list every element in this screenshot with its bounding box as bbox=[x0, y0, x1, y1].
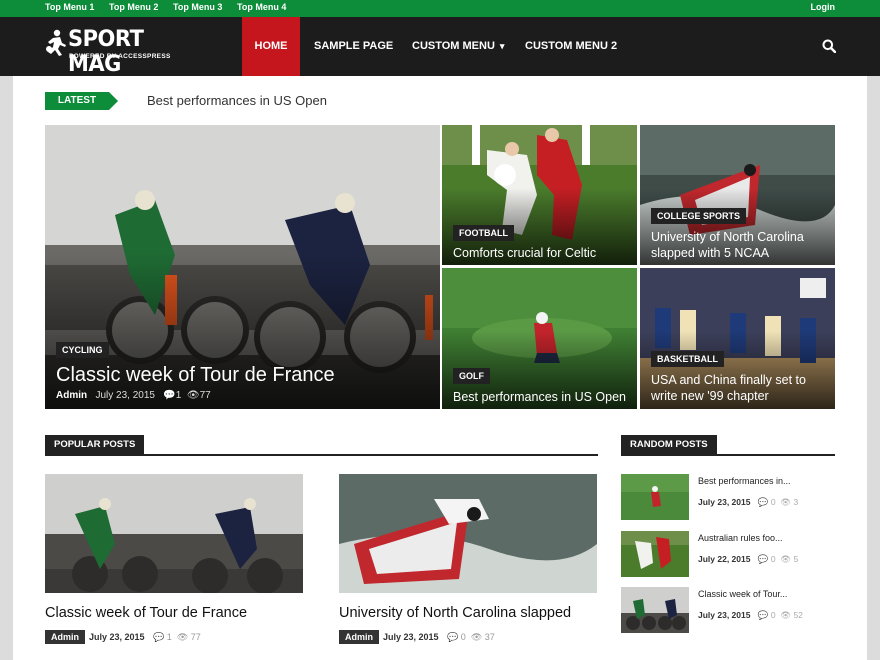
cycling-thumbnail bbox=[45, 474, 303, 593]
tile-title[interactable]: USA and China finally set to write new '… bbox=[651, 372, 831, 404]
featured-tile-college-sports[interactable]: COLLEGE SPORTS University of North Carol… bbox=[640, 125, 835, 265]
popular-post-image[interactable] bbox=[45, 474, 303, 593]
random-post-item[interactable]: Classic week of Tour... July 23, 2015 💬 … bbox=[621, 587, 841, 633]
view-count: 52 bbox=[793, 610, 803, 620]
random-post-meta: July 23, 2015 💬 0 👁 52 bbox=[698, 610, 803, 621]
comment-count: 0 bbox=[770, 610, 776, 620]
post-date: July 23, 2015 bbox=[698, 610, 751, 620]
random-post-title[interactable]: Best performances in... bbox=[698, 476, 791, 486]
eye-icon: 👁 bbox=[470, 632, 483, 642]
post-author[interactable]: Admin bbox=[56, 390, 87, 401]
top-bar: Top Menu 1 Top Menu 2 Top Menu 3 Top Men… bbox=[0, 0, 880, 17]
login-link[interactable]: Login bbox=[811, 2, 836, 12]
comment-count: 1 bbox=[166, 632, 172, 642]
section-title: RANDOM POSTS bbox=[621, 435, 717, 455]
tile-title[interactable]: Best performances in US Open bbox=[453, 389, 633, 405]
tile-title[interactable]: Comforts crucial for Celtic bbox=[453, 245, 633, 261]
category-badge[interactable]: CYCLING bbox=[56, 342, 109, 358]
brand-tagline: POWERED BY ACCESSPRESS bbox=[69, 53, 171, 60]
chevron-down-icon: ▾ bbox=[499, 41, 505, 51]
comment-count: 0 bbox=[770, 554, 776, 564]
top-menu-item-1[interactable]: Top Menu 1 bbox=[45, 2, 94, 12]
view-count: 5 bbox=[793, 554, 799, 564]
eye-icon: 👁 bbox=[780, 554, 792, 564]
featured-tile-football[interactable]: FOOTBALL Comforts crucial for Celtic bbox=[442, 125, 637, 265]
runner-logo-icon bbox=[46, 29, 66, 56]
post-meta: Admin July 23, 2015 💬1 👁77 bbox=[56, 390, 211, 401]
category-badge[interactable]: FOOTBALL bbox=[453, 225, 514, 241]
main-content: LATEST Best performances in US Open CYCL… bbox=[13, 76, 867, 660]
comment-icon: 💬 bbox=[757, 554, 769, 564]
windsurf-thumbnail bbox=[339, 474, 597, 593]
nav-custom-menu-label: CUSTOM MENU bbox=[412, 40, 495, 52]
post-date: July 23, 2015 bbox=[383, 632, 439, 642]
golf-thumbnail bbox=[621, 474, 689, 520]
random-post-thumbnail[interactable] bbox=[621, 587, 689, 633]
featured-main-post[interactable]: CYCLING Classic week of Tour de France A… bbox=[45, 125, 440, 409]
popular-post-title[interactable]: Classic week of Tour de France bbox=[45, 605, 247, 621]
featured-tile-golf[interactable]: GOLF Best performances in US Open bbox=[442, 268, 637, 409]
eye-icon: 👁 bbox=[186, 390, 200, 401]
main-nav-bar: SPORT MAG POWERED BY ACCESSPRESS HOME SA… bbox=[0, 17, 880, 76]
random-post-meta: July 23, 2015 💬 0 👁 3 bbox=[698, 497, 798, 508]
random-post-meta: July 22, 2015 💬 0 👁 5 bbox=[698, 554, 798, 565]
popular-posts-heading: POPULAR POSTS bbox=[45, 434, 598, 456]
random-post-thumbnail[interactable] bbox=[621, 531, 689, 577]
popular-post-title[interactable]: University of North Carolina slapped bbox=[339, 605, 571, 621]
eye-icon: 👁 bbox=[780, 497, 792, 507]
top-menu-item-2[interactable]: Top Menu 2 bbox=[109, 2, 158, 12]
post-date: July 23, 2015 bbox=[95, 390, 155, 401]
post-date: July 23, 2015 bbox=[698, 497, 751, 507]
site-logo[interactable]: SPORT MAG POWERED BY ACCESSPRESS bbox=[45, 26, 185, 76]
random-post-thumbnail[interactable] bbox=[621, 474, 689, 520]
nav-sample-page[interactable]: SAMPLE PAGE bbox=[301, 17, 406, 76]
view-count: 77 bbox=[190, 632, 201, 642]
post-date: July 23, 2015 bbox=[89, 632, 145, 642]
latest-badge: LATEST bbox=[45, 92, 118, 110]
category-badge[interactable]: GOLF bbox=[453, 368, 490, 384]
random-post-item[interactable]: Australian rules foo... July 22, 2015 💬 … bbox=[621, 531, 841, 577]
search-icon[interactable] bbox=[822, 39, 836, 53]
category-badge[interactable]: COLLEGE SPORTS bbox=[651, 208, 747, 224]
section-title: POPULAR POSTS bbox=[45, 435, 145, 455]
post-author[interactable]: Admin bbox=[339, 630, 379, 644]
tile-title[interactable]: University of North Carolina slapped wit… bbox=[651, 229, 831, 261]
comment-count: 0 bbox=[770, 497, 776, 507]
ticker-headline[interactable]: Best performances in US Open bbox=[147, 93, 327, 108]
comment-icon: 💬 bbox=[757, 497, 769, 507]
post-author[interactable]: Admin bbox=[45, 630, 85, 644]
comment-count: 0 bbox=[460, 632, 466, 642]
view-count: 37 bbox=[484, 632, 495, 642]
featured-main-title[interactable]: Classic week of Tour de France bbox=[56, 364, 335, 386]
comment-icon: 💬 bbox=[153, 632, 165, 642]
random-post-title[interactable]: Australian rules foo... bbox=[698, 533, 783, 543]
random-post-item[interactable]: Best performances in... July 23, 2015 💬 … bbox=[621, 474, 841, 520]
nav-custom-menu-2[interactable]: CUSTOM MENU 2 bbox=[512, 17, 630, 76]
comment-count: 1 bbox=[175, 390, 182, 401]
random-posts-heading: RANDOM POSTS bbox=[621, 434, 835, 456]
top-menu-item-4[interactable]: Top Menu 4 bbox=[237, 2, 286, 12]
post-date: July 22, 2015 bbox=[698, 554, 751, 564]
featured-tile-basketball[interactable]: BASKETBALL USA and China finally set to … bbox=[640, 268, 835, 409]
eye-icon: 👁 bbox=[780, 610, 792, 620]
cycling-thumbnail bbox=[621, 587, 689, 633]
popular-post-meta: Admin July 23, 2015 💬 1 👁 77 bbox=[45, 630, 201, 644]
view-count: 77 bbox=[199, 390, 211, 401]
comment-icon: 💬 bbox=[447, 632, 459, 642]
comment-icon: 💬 bbox=[163, 390, 176, 401]
category-badge[interactable]: BASKETBALL bbox=[651, 351, 724, 367]
popular-post-meta: Admin July 23, 2015 💬 0 👁 37 bbox=[339, 630, 495, 644]
random-post-title[interactable]: Classic week of Tour... bbox=[698, 589, 787, 599]
comment-icon: 💬 bbox=[757, 610, 769, 620]
view-count: 3 bbox=[793, 497, 799, 507]
eye-icon: 👁 bbox=[176, 632, 189, 642]
nav-custom-menu[interactable]: CUSTOM MENU ▾ bbox=[399, 17, 517, 76]
popular-post-image[interactable] bbox=[339, 474, 597, 593]
football-thumbnail bbox=[621, 531, 689, 577]
top-menu-item-3[interactable]: Top Menu 3 bbox=[173, 2, 222, 12]
brand-name: SPORT MAG bbox=[68, 25, 144, 77]
nav-home[interactable]: HOME bbox=[242, 17, 300, 76]
